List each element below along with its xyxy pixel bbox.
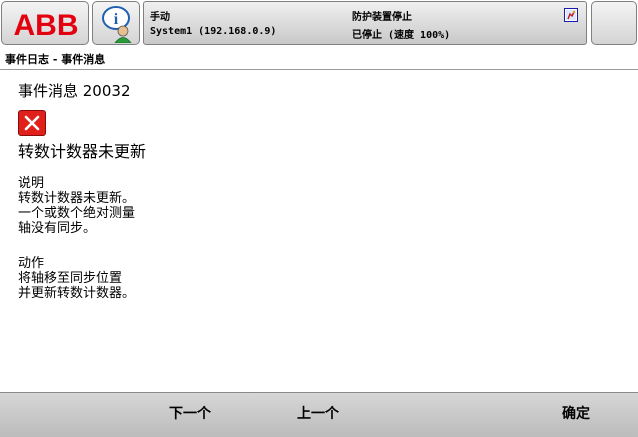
description-section: 说明 转数计数器未更新。 一个或数个绝对测量 轴没有同步。 <box>18 176 135 236</box>
system-name: System1 (192.168.0.9) <box>150 26 277 37</box>
command-bar: 下一个 上一个 确定 <box>0 392 638 437</box>
abb-logo: ABB <box>14 9 79 40</box>
status-panel[interactable]: 手动 System1 (192.168.0.9) 防护装置停止 已停止 (速度 … <box>143 1 587 45</box>
error-x-icon <box>18 110 46 136</box>
action-heading: 动作 <box>18 256 45 271</box>
event-message-number: 事件消息 20032 <box>18 82 131 100</box>
description-line: 转数计数器未更新。 <box>18 191 136 206</box>
event-message-content: 事件消息 20032 转数计数器未更新 说明 转数计数器未更新。 一个或数个绝对… <box>0 70 638 392</box>
action-line: 并更新转数计数器。 <box>18 286 136 301</box>
svg-text:i: i <box>114 11 119 28</box>
description-heading: 说明 <box>18 176 45 191</box>
abb-menu-button[interactable]: ABB <box>1 1 89 45</box>
description-line: 轴没有同步。 <box>18 221 97 236</box>
info-user-icon: i <box>102 6 132 43</box>
controller-state: 已停止 (速度 100%) <box>352 30 451 41</box>
description-line: 一个或数个绝对测量 <box>18 206 136 221</box>
operating-mode: 手动 <box>150 12 170 23</box>
robot-warning-icon <box>564 8 578 22</box>
action-line: 将轴移至同步位置 <box>18 271 123 286</box>
guard-status: 防护装置停止 <box>352 12 412 23</box>
close-view-button[interactable] <box>591 1 637 45</box>
event-title: 转数计数器未更新 <box>18 142 147 161</box>
breadcrumb: 事件日志 - 事件消息 <box>5 53 106 66</box>
quickset-info-button[interactable]: i <box>92 1 140 45</box>
action-section: 动作 将轴移至同步位置 并更新转数计数器。 <box>18 256 135 301</box>
abb-logo-text: ABB <box>14 9 79 40</box>
next-button[interactable]: 下一个 <box>140 393 240 437</box>
previous-button[interactable]: 上一个 <box>268 393 368 437</box>
top-bar: ABB i 手动 System1 (192.168.0.9) 防护装置停止 已停… <box>0 0 638 48</box>
ok-button[interactable]: 确定 <box>526 393 626 437</box>
breadcrumb-bar: 事件日志 - 事件消息 <box>0 48 638 70</box>
